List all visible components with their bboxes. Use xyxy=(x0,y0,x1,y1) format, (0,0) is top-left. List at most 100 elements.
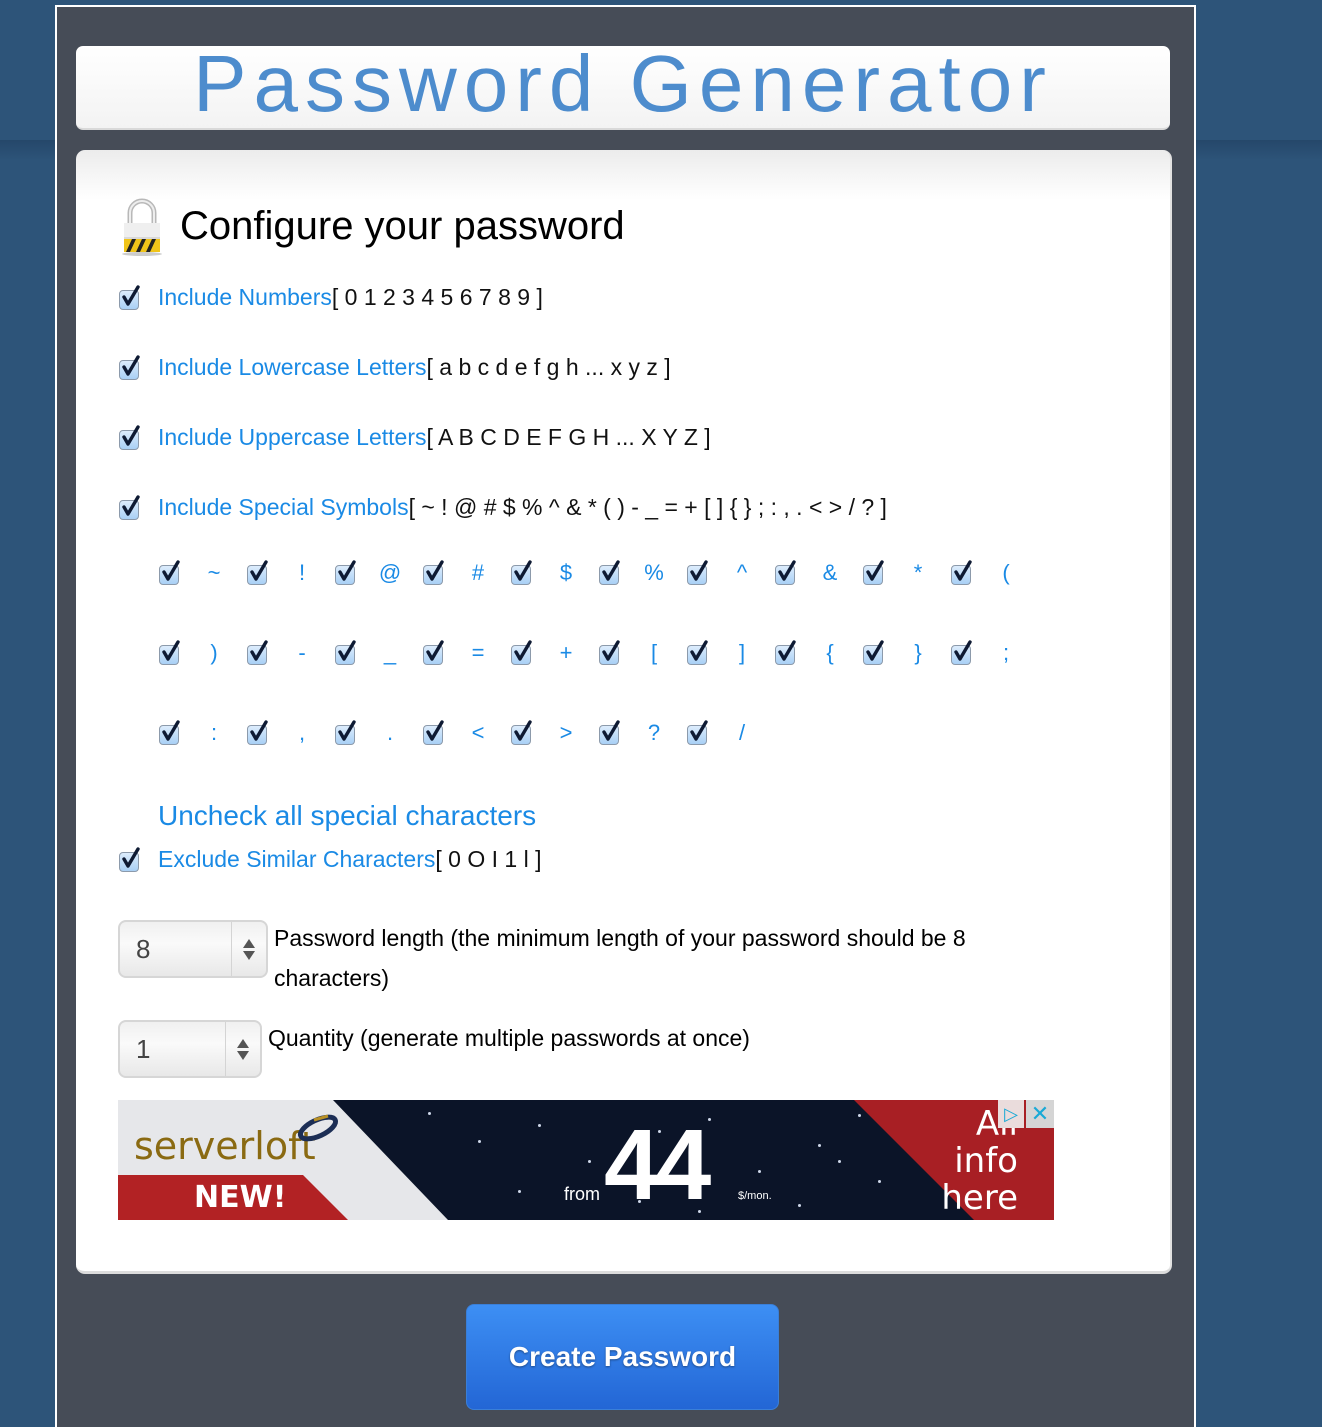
symbol-checkbox[interactable] xyxy=(774,640,798,665)
symbol-option[interactable]: % xyxy=(598,560,686,586)
symbol-checkbox[interactable] xyxy=(862,640,886,665)
symbol-label[interactable]: ^ xyxy=(710,560,774,586)
symbol-label[interactable]: % xyxy=(622,560,686,586)
symbol-checkbox[interactable] xyxy=(686,720,710,745)
symbol-option[interactable]: [ xyxy=(598,640,686,666)
symbol-label[interactable]: = xyxy=(446,640,510,666)
symbol-label[interactable]: ) xyxy=(182,640,246,666)
symbol-option[interactable]: # xyxy=(422,560,510,586)
symbol-option[interactable]: _ xyxy=(334,640,422,666)
symbol-option[interactable]: ! xyxy=(246,560,334,586)
symbol-option[interactable]: - xyxy=(246,640,334,666)
option-label[interactable]: Include Numbers xyxy=(158,284,332,311)
symbol-option[interactable]: { xyxy=(774,640,862,666)
symbol-checkbox[interactable] xyxy=(598,720,622,745)
symbol-label[interactable]: { xyxy=(798,640,862,666)
symbol-option[interactable]: ^ xyxy=(686,560,774,586)
symbol-checkbox[interactable] xyxy=(334,560,358,585)
symbol-checkbox[interactable] xyxy=(774,560,798,585)
symbol-option[interactable]: = xyxy=(422,640,510,666)
symbol-label[interactable]: [ xyxy=(622,640,686,666)
symbol-label[interactable]: ] xyxy=(710,640,774,666)
symbol-label[interactable]: ~ xyxy=(182,560,246,586)
checkbox-include-uppercase[interactable] xyxy=(118,424,142,450)
symbol-label[interactable]: . xyxy=(358,720,422,746)
ad-banner[interactable]: serverloft NEW! from 44 $/mon. All info … xyxy=(118,1100,1054,1220)
symbol-option[interactable]: } xyxy=(862,640,950,666)
symbol-option[interactable]: @ xyxy=(334,560,422,586)
password-length-stepper[interactable]: 8 xyxy=(118,920,268,978)
adchoices-icon[interactable]: ▷ xyxy=(998,1100,1024,1128)
option-include-numbers[interactable]: Include Numbers[ 0 1 2 3 4 5 6 7 8 9 ] xyxy=(118,284,543,311)
symbol-label[interactable]: : xyxy=(182,720,246,746)
symbol-label[interactable]: _ xyxy=(358,640,422,666)
symbol-checkbox[interactable] xyxy=(598,560,622,585)
option-include-uppercase[interactable]: Include Uppercase Letters[ A B C D E F G… xyxy=(118,424,711,451)
symbol-option[interactable]: ; xyxy=(950,640,1038,666)
symbol-checkbox[interactable] xyxy=(950,640,974,665)
symbol-label[interactable]: $ xyxy=(534,560,598,586)
symbol-checkbox[interactable] xyxy=(246,560,270,585)
symbol-checkbox[interactable] xyxy=(158,720,182,745)
checkbox-include-symbols[interactable] xyxy=(118,494,142,520)
symbol-checkbox[interactable] xyxy=(686,640,710,665)
symbol-label[interactable]: } xyxy=(886,640,950,666)
symbol-checkbox[interactable] xyxy=(246,720,270,745)
symbol-checkbox[interactable] xyxy=(686,560,710,585)
create-password-button[interactable]: Create Password xyxy=(466,1304,779,1410)
symbol-label[interactable]: + xyxy=(534,640,598,666)
close-icon[interactable]: ✕ xyxy=(1026,1100,1054,1128)
symbol-label[interactable]: / xyxy=(710,720,774,746)
option-label[interactable]: Include Special Symbols xyxy=(158,494,409,521)
symbol-option[interactable]: + xyxy=(510,640,598,666)
symbol-option[interactable]: > xyxy=(510,720,598,746)
symbol-label[interactable]: ? xyxy=(622,720,686,746)
symbol-option[interactable]: / xyxy=(686,720,774,746)
symbol-checkbox[interactable] xyxy=(422,640,446,665)
option-exclude-similar[interactable]: Exclude Similar Characters[ 0 O I 1 l ] xyxy=(118,846,541,873)
symbol-checkbox[interactable] xyxy=(422,720,446,745)
symbol-option[interactable]: ] xyxy=(686,640,774,666)
symbol-label[interactable]: > xyxy=(534,720,598,746)
symbol-label[interactable]: ; xyxy=(974,640,1038,666)
symbol-checkbox[interactable] xyxy=(598,640,622,665)
checkbox-exclude-similar[interactable] xyxy=(118,846,142,872)
symbol-checkbox[interactable] xyxy=(510,720,534,745)
symbol-option[interactable]: : xyxy=(158,720,246,746)
symbol-checkbox[interactable] xyxy=(158,640,182,665)
symbol-checkbox[interactable] xyxy=(158,560,182,585)
symbol-label[interactable]: @ xyxy=(358,560,422,586)
checkbox-include-lowercase[interactable] xyxy=(118,354,142,380)
option-label[interactable]: Include Uppercase Letters xyxy=(158,424,427,451)
symbol-label[interactable]: ( xyxy=(974,560,1038,586)
symbol-checkbox[interactable] xyxy=(246,640,270,665)
symbol-label[interactable]: < xyxy=(446,720,510,746)
symbol-checkbox[interactable] xyxy=(862,560,886,585)
symbol-checkbox[interactable] xyxy=(510,560,534,585)
symbol-checkbox[interactable] xyxy=(334,640,358,665)
symbol-option[interactable]: , xyxy=(246,720,334,746)
symbol-option[interactable]: $ xyxy=(510,560,598,586)
symbol-option[interactable]: ? xyxy=(598,720,686,746)
option-include-symbols[interactable]: Include Special Symbols[ ~ ! @ # $ % ^ &… xyxy=(118,494,887,521)
password-length-value[interactable]: 8 xyxy=(120,934,231,965)
symbol-checkbox[interactable] xyxy=(422,560,446,585)
option-include-lowercase[interactable]: Include Lowercase Letters[ a b c d e f g… xyxy=(118,354,671,381)
stepper-arrows-icon[interactable] xyxy=(231,922,266,976)
checkbox-include-numbers[interactable] xyxy=(118,284,142,310)
symbol-option[interactable]: ~ xyxy=(158,560,246,586)
symbol-option[interactable]: & xyxy=(774,560,862,586)
quantity-value[interactable]: 1 xyxy=(120,1034,225,1065)
symbol-option[interactable]: . xyxy=(334,720,422,746)
quantity-stepper[interactable]: 1 xyxy=(118,1020,262,1078)
symbol-label[interactable]: & xyxy=(798,560,862,586)
stepper-arrows-icon[interactable] xyxy=(225,1022,260,1076)
symbol-option[interactable]: < xyxy=(422,720,510,746)
symbol-label[interactable]: * xyxy=(886,560,950,586)
symbol-option[interactable]: * xyxy=(862,560,950,586)
symbol-option[interactable]: ( xyxy=(950,560,1038,586)
symbol-label[interactable]: - xyxy=(270,640,334,666)
symbol-option[interactable]: ) xyxy=(158,640,246,666)
symbol-checkbox[interactable] xyxy=(334,720,358,745)
symbol-checkbox[interactable] xyxy=(950,560,974,585)
